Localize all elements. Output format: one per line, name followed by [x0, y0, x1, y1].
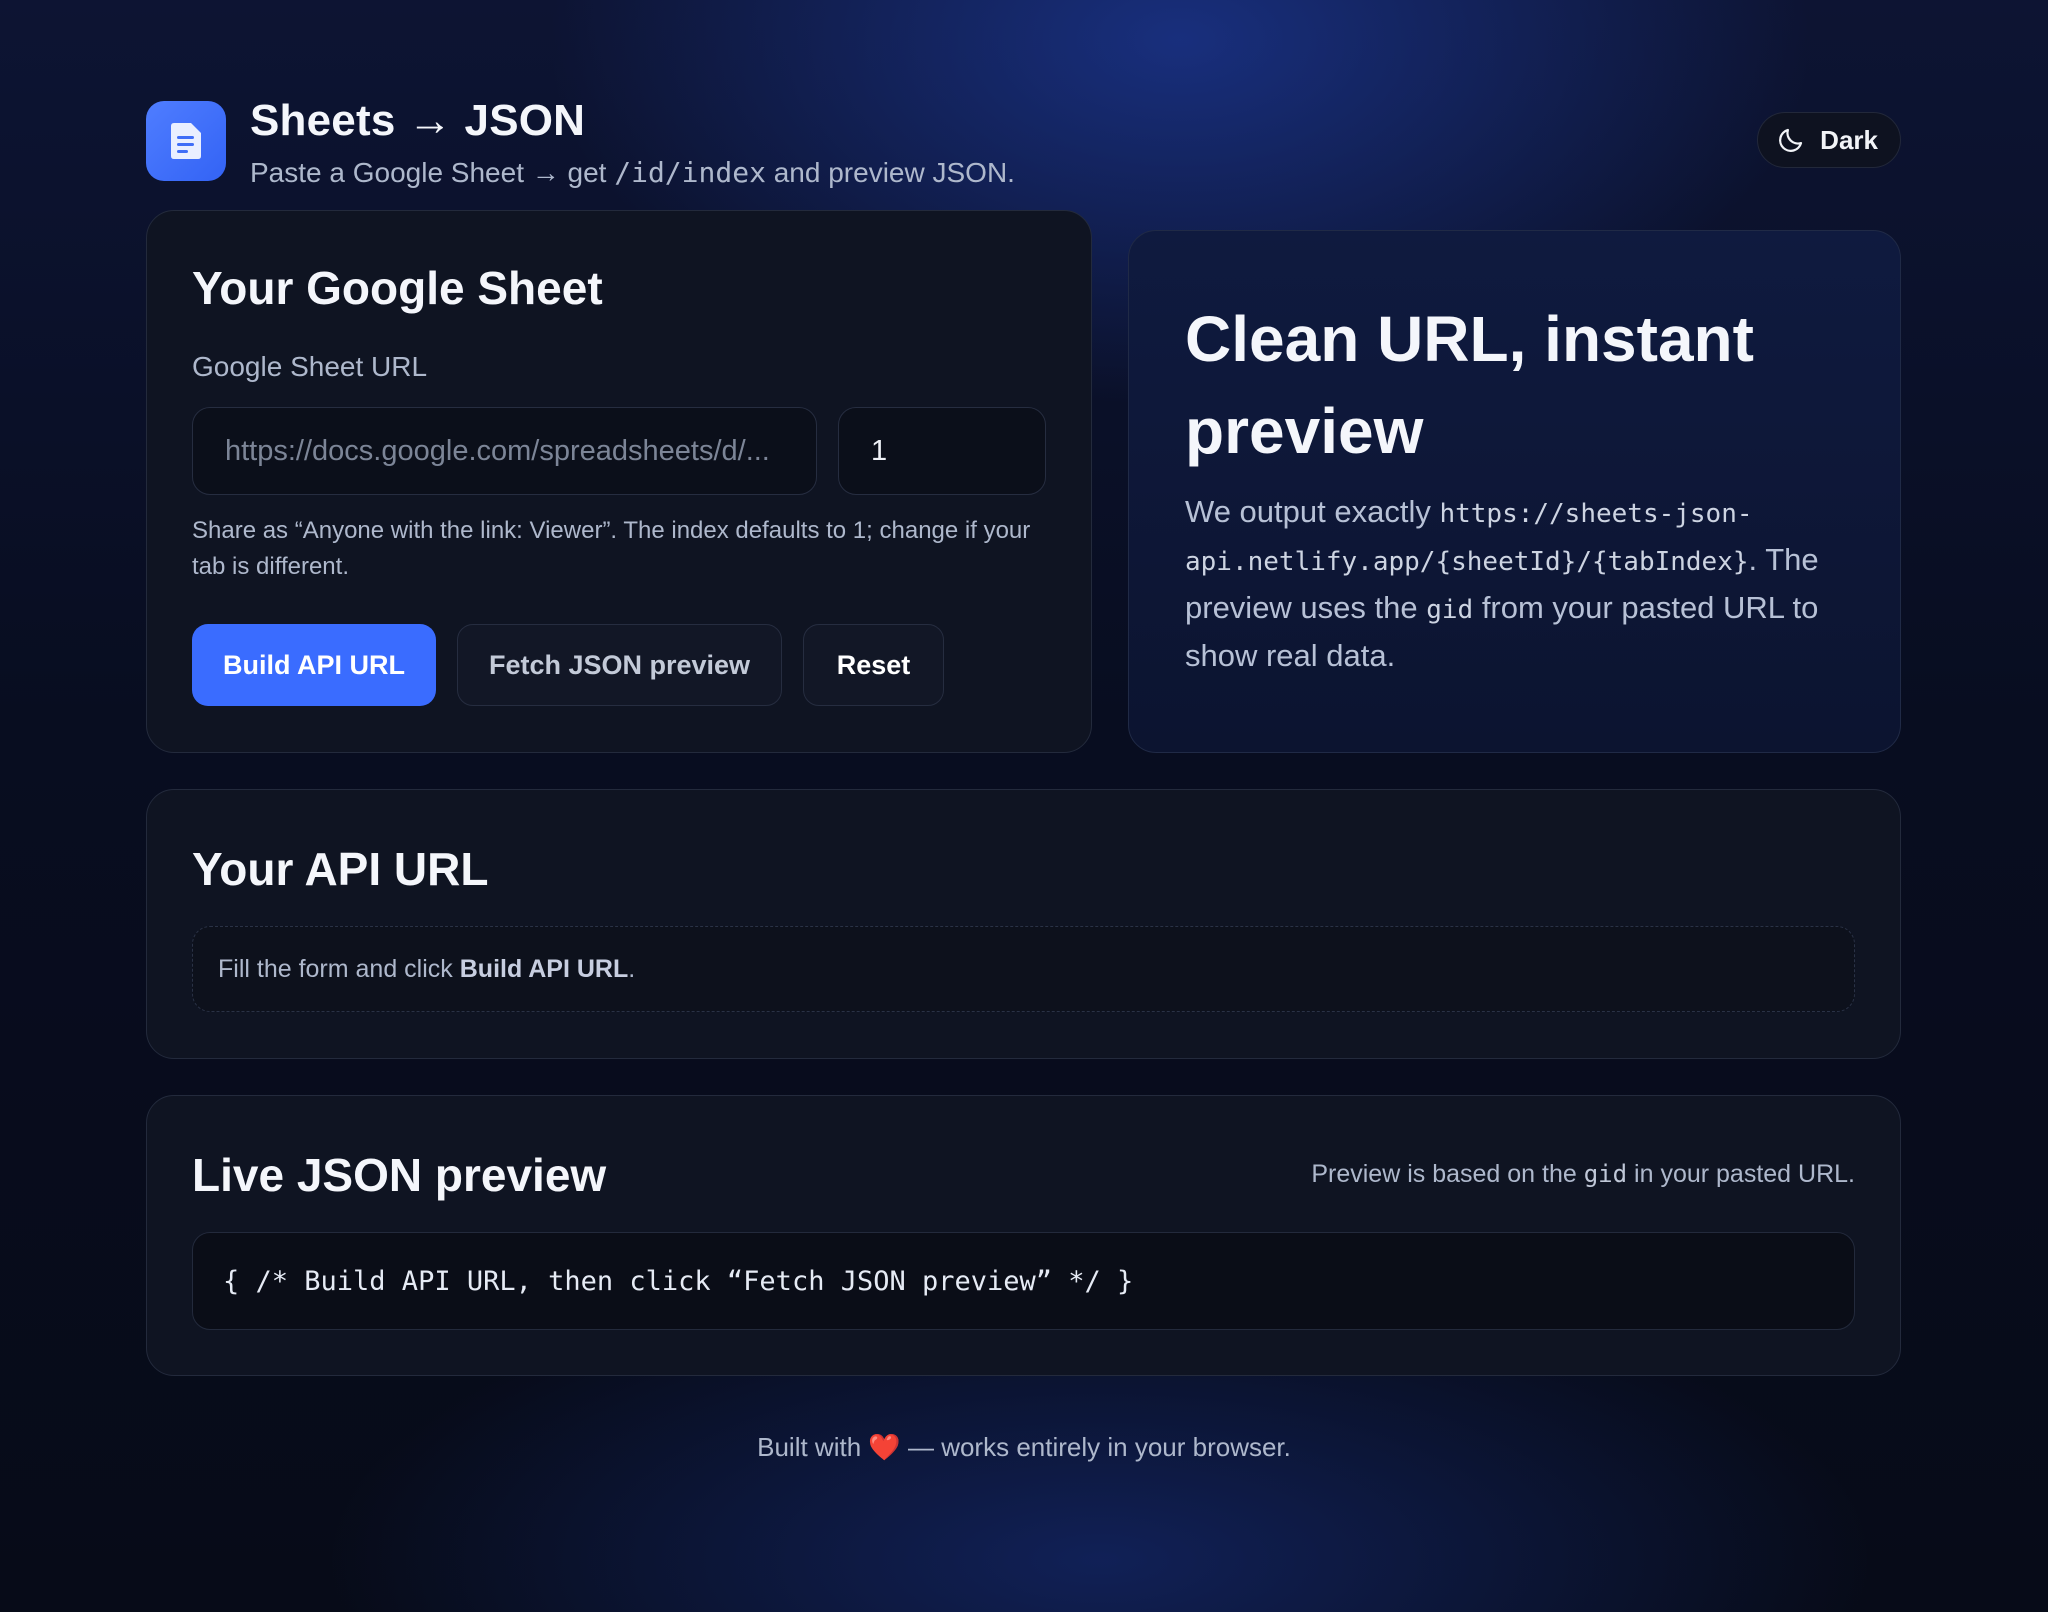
build-api-url-button[interactable]: Build API URL — [192, 624, 436, 706]
footer: Built with ❤️ — works entirely in your b… — [0, 1432, 2048, 1463]
subtitle-text: Paste a Google Sheet → get — [250, 157, 615, 188]
info-code-gid: gid — [1426, 595, 1474, 625]
footer-text: Built with — [757, 1432, 869, 1462]
app-header: Sheets → JSON Paste a Google Sheet → get… — [146, 96, 1901, 189]
info-card: Clean URL, instant preview We output exa… — [1128, 230, 1901, 753]
preview-note-end: in your pasted URL. — [1627, 1160, 1855, 1188]
preview-note: Preview is based on the gid in your past… — [1311, 1160, 1855, 1189]
api-empty-bold: Build API URL — [459, 954, 629, 983]
info-title: Clean URL, instant preview — [1185, 303, 1754, 467]
info-text-1: We output exactly — [1185, 494, 1440, 529]
api-url-card: Your API URL Fill the form and click Bui… — [146, 789, 1901, 1059]
json-preview-card: Live JSON preview Preview is based on th… — [146, 1095, 1901, 1376]
api-empty-end: . — [628, 954, 636, 983]
sheet-url-label: Google Sheet URL — [192, 351, 428, 382]
subtitle-text-end: and preview JSON. — [765, 157, 1015, 188]
api-empty-text: Fill the form and click — [218, 954, 453, 983]
json-preview-heading: Live JSON preview — [192, 1149, 607, 1201]
heart-icon: ❤️ — [868, 1433, 901, 1463]
json-preview-output: { /* Build API URL, then click “Fetch JS… — [192, 1232, 1855, 1330]
subtitle-code: /id/index — [614, 156, 766, 189]
preview-note-code: gid — [1583, 1160, 1628, 1188]
footer-text-end: — works entirely in your browser. — [900, 1432, 1291, 1462]
theme-toggle-button[interactable]: Dark — [1757, 112, 1901, 168]
api-url-output[interactable]: Fill the form and click Build API URL. — [192, 926, 1855, 1012]
document-icon — [146, 101, 226, 181]
share-hint: Share as “Anyone with the link: Viewer”.… — [192, 517, 1031, 580]
theme-toggle-label: Dark — [1820, 124, 1878, 155]
app-title: Sheets → JSON — [250, 96, 586, 145]
sheet-url-input[interactable] — [192, 407, 817, 495]
fetch-json-preview-button[interactable]: Fetch JSON preview — [457, 624, 782, 706]
info-body: We output exactly https://sheets-json-ap… — [1185, 489, 1845, 679]
tab-index-input[interactable] — [838, 407, 1046, 495]
moon-icon — [1779, 128, 1803, 152]
api-url-heading: Your API URL — [192, 843, 489, 895]
app-subtitle: Paste a Google Sheet → get /id/index and… — [250, 156, 1015, 189]
google-sheet-heading: Your Google Sheet — [192, 262, 603, 314]
preview-note-text: Preview is based on the — [1311, 1160, 1584, 1188]
google-sheet-card: Your Google Sheet Google Sheet URL Share… — [146, 210, 1092, 753]
reset-button[interactable]: Reset — [803, 624, 944, 706]
